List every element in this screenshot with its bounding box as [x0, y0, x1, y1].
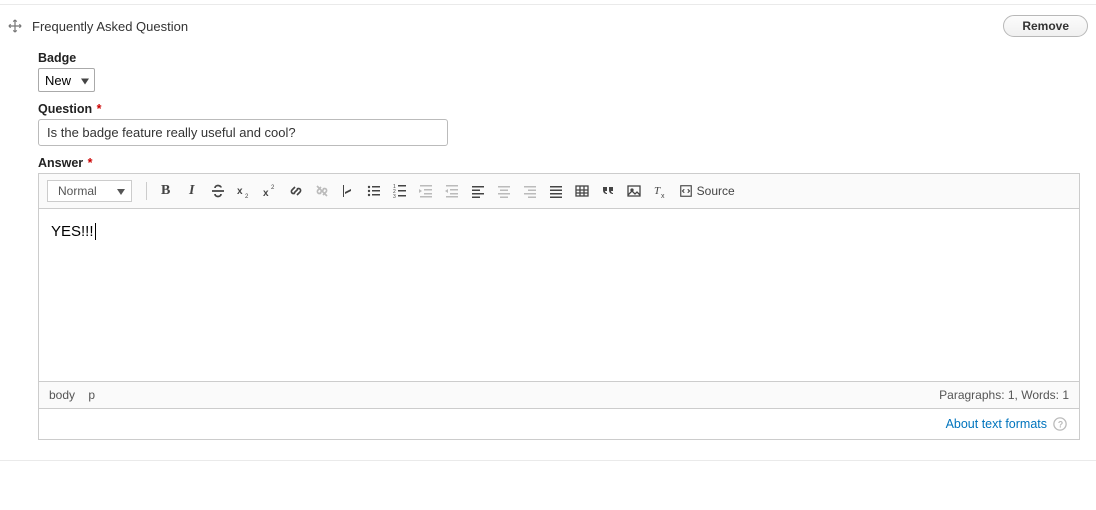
anchor-button[interactable]: [337, 180, 359, 202]
svg-text:2: 2: [271, 185, 275, 191]
move-icon[interactable]: [8, 19, 22, 33]
question-field: Question *: [38, 102, 1082, 146]
answer-label-text: Answer: [38, 156, 83, 170]
table-button[interactable]: [571, 180, 593, 202]
editor-toolbar: Normal B I x2 x2: [39, 174, 1079, 209]
bulleted-list-button[interactable]: [363, 180, 385, 202]
question-label-text: Question: [38, 102, 92, 116]
svg-text:3: 3: [393, 194, 396, 199]
remove-button[interactable]: Remove: [1003, 15, 1088, 37]
svg-text:x: x: [237, 186, 243, 197]
source-button-label: Source: [697, 184, 735, 198]
editor-content-area[interactable]: YES!!!: [39, 209, 1079, 381]
svg-text:?: ?: [1058, 420, 1063, 430]
required-marker: *: [97, 102, 102, 116]
badge-select[interactable]: New: [38, 68, 95, 92]
editor-content-text: YES!!!: [51, 223, 94, 240]
italic-button[interactable]: I: [181, 180, 203, 202]
format-combo[interactable]: Normal: [47, 180, 132, 202]
format-combo-label: Normal: [58, 184, 97, 198]
outdent-button[interactable]: [415, 180, 437, 202]
editor-word-count: Paragraphs: 1, Words: 1: [939, 388, 1069, 402]
remove-format-button[interactable]: Tx: [649, 180, 671, 202]
chevron-down-icon: [117, 184, 125, 198]
badge-label: Badge: [38, 51, 1082, 65]
svg-text:2: 2: [245, 194, 249, 199]
path-p[interactable]: p: [88, 388, 95, 402]
path-body[interactable]: body: [49, 388, 75, 402]
question-label: Question *: [38, 102, 1082, 116]
unlink-button[interactable]: [311, 180, 333, 202]
editor-status-bar: body p Paragraphs: 1, Words: 1: [39, 381, 1079, 408]
indent-button[interactable]: [441, 180, 463, 202]
text-format-bar: About text formats ?: [38, 409, 1080, 440]
svg-text:x: x: [661, 193, 665, 199]
svg-text:x: x: [263, 188, 269, 199]
rich-text-editor: Normal B I x2 x2: [38, 173, 1080, 409]
badge-field: Badge New: [38, 51, 1082, 92]
align-right-button[interactable]: [519, 180, 541, 202]
svg-text:T: T: [654, 185, 661, 197]
question-input[interactable]: [38, 119, 448, 146]
section-header: Frequently Asked Question Remove: [8, 5, 1088, 43]
required-marker: *: [88, 156, 93, 170]
toolbar-separator: [146, 182, 147, 200]
subscript-button[interactable]: x2: [233, 180, 255, 202]
help-icon[interactable]: ?: [1053, 417, 1067, 431]
align-justify-button[interactable]: [545, 180, 567, 202]
link-button[interactable]: [285, 180, 307, 202]
superscript-button[interactable]: x2: [259, 180, 281, 202]
numbered-list-button[interactable]: 123: [389, 180, 411, 202]
answer-label: Answer *: [38, 156, 1082, 170]
align-center-button[interactable]: [493, 180, 515, 202]
source-button[interactable]: Source: [675, 181, 739, 201]
strikethrough-button[interactable]: [207, 180, 229, 202]
align-left-button[interactable]: [467, 180, 489, 202]
text-cursor: [95, 223, 96, 240]
blockquote-button[interactable]: [597, 180, 619, 202]
editor-element-path[interactable]: body p: [49, 388, 105, 402]
image-button[interactable]: [623, 180, 645, 202]
bold-button[interactable]: B: [155, 180, 177, 202]
section-title: Frequently Asked Question: [32, 19, 188, 34]
about-text-formats-link[interactable]: About text formats: [946, 417, 1047, 431]
answer-field: Answer * Normal B I: [38, 156, 1082, 440]
